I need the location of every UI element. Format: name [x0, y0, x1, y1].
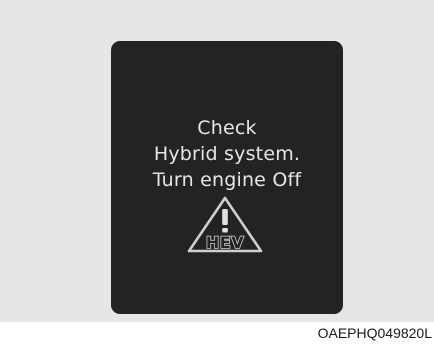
hev-warning-icon: HEV: [187, 196, 263, 253]
message-line-1: Check: [197, 117, 257, 139]
exclamation-bar: [222, 209, 228, 225]
message-line-2: Hybrid system.: [153, 143, 301, 165]
message-line-3: Turn engine Off: [152, 169, 302, 191]
cluster-display: Check Hybrid system. Turn engine Off: [111, 41, 343, 314]
exclamation-dot: [222, 228, 228, 233]
image-code: OAEPHQ049820L: [317, 325, 432, 341]
hev-label: HEV: [206, 233, 244, 252]
